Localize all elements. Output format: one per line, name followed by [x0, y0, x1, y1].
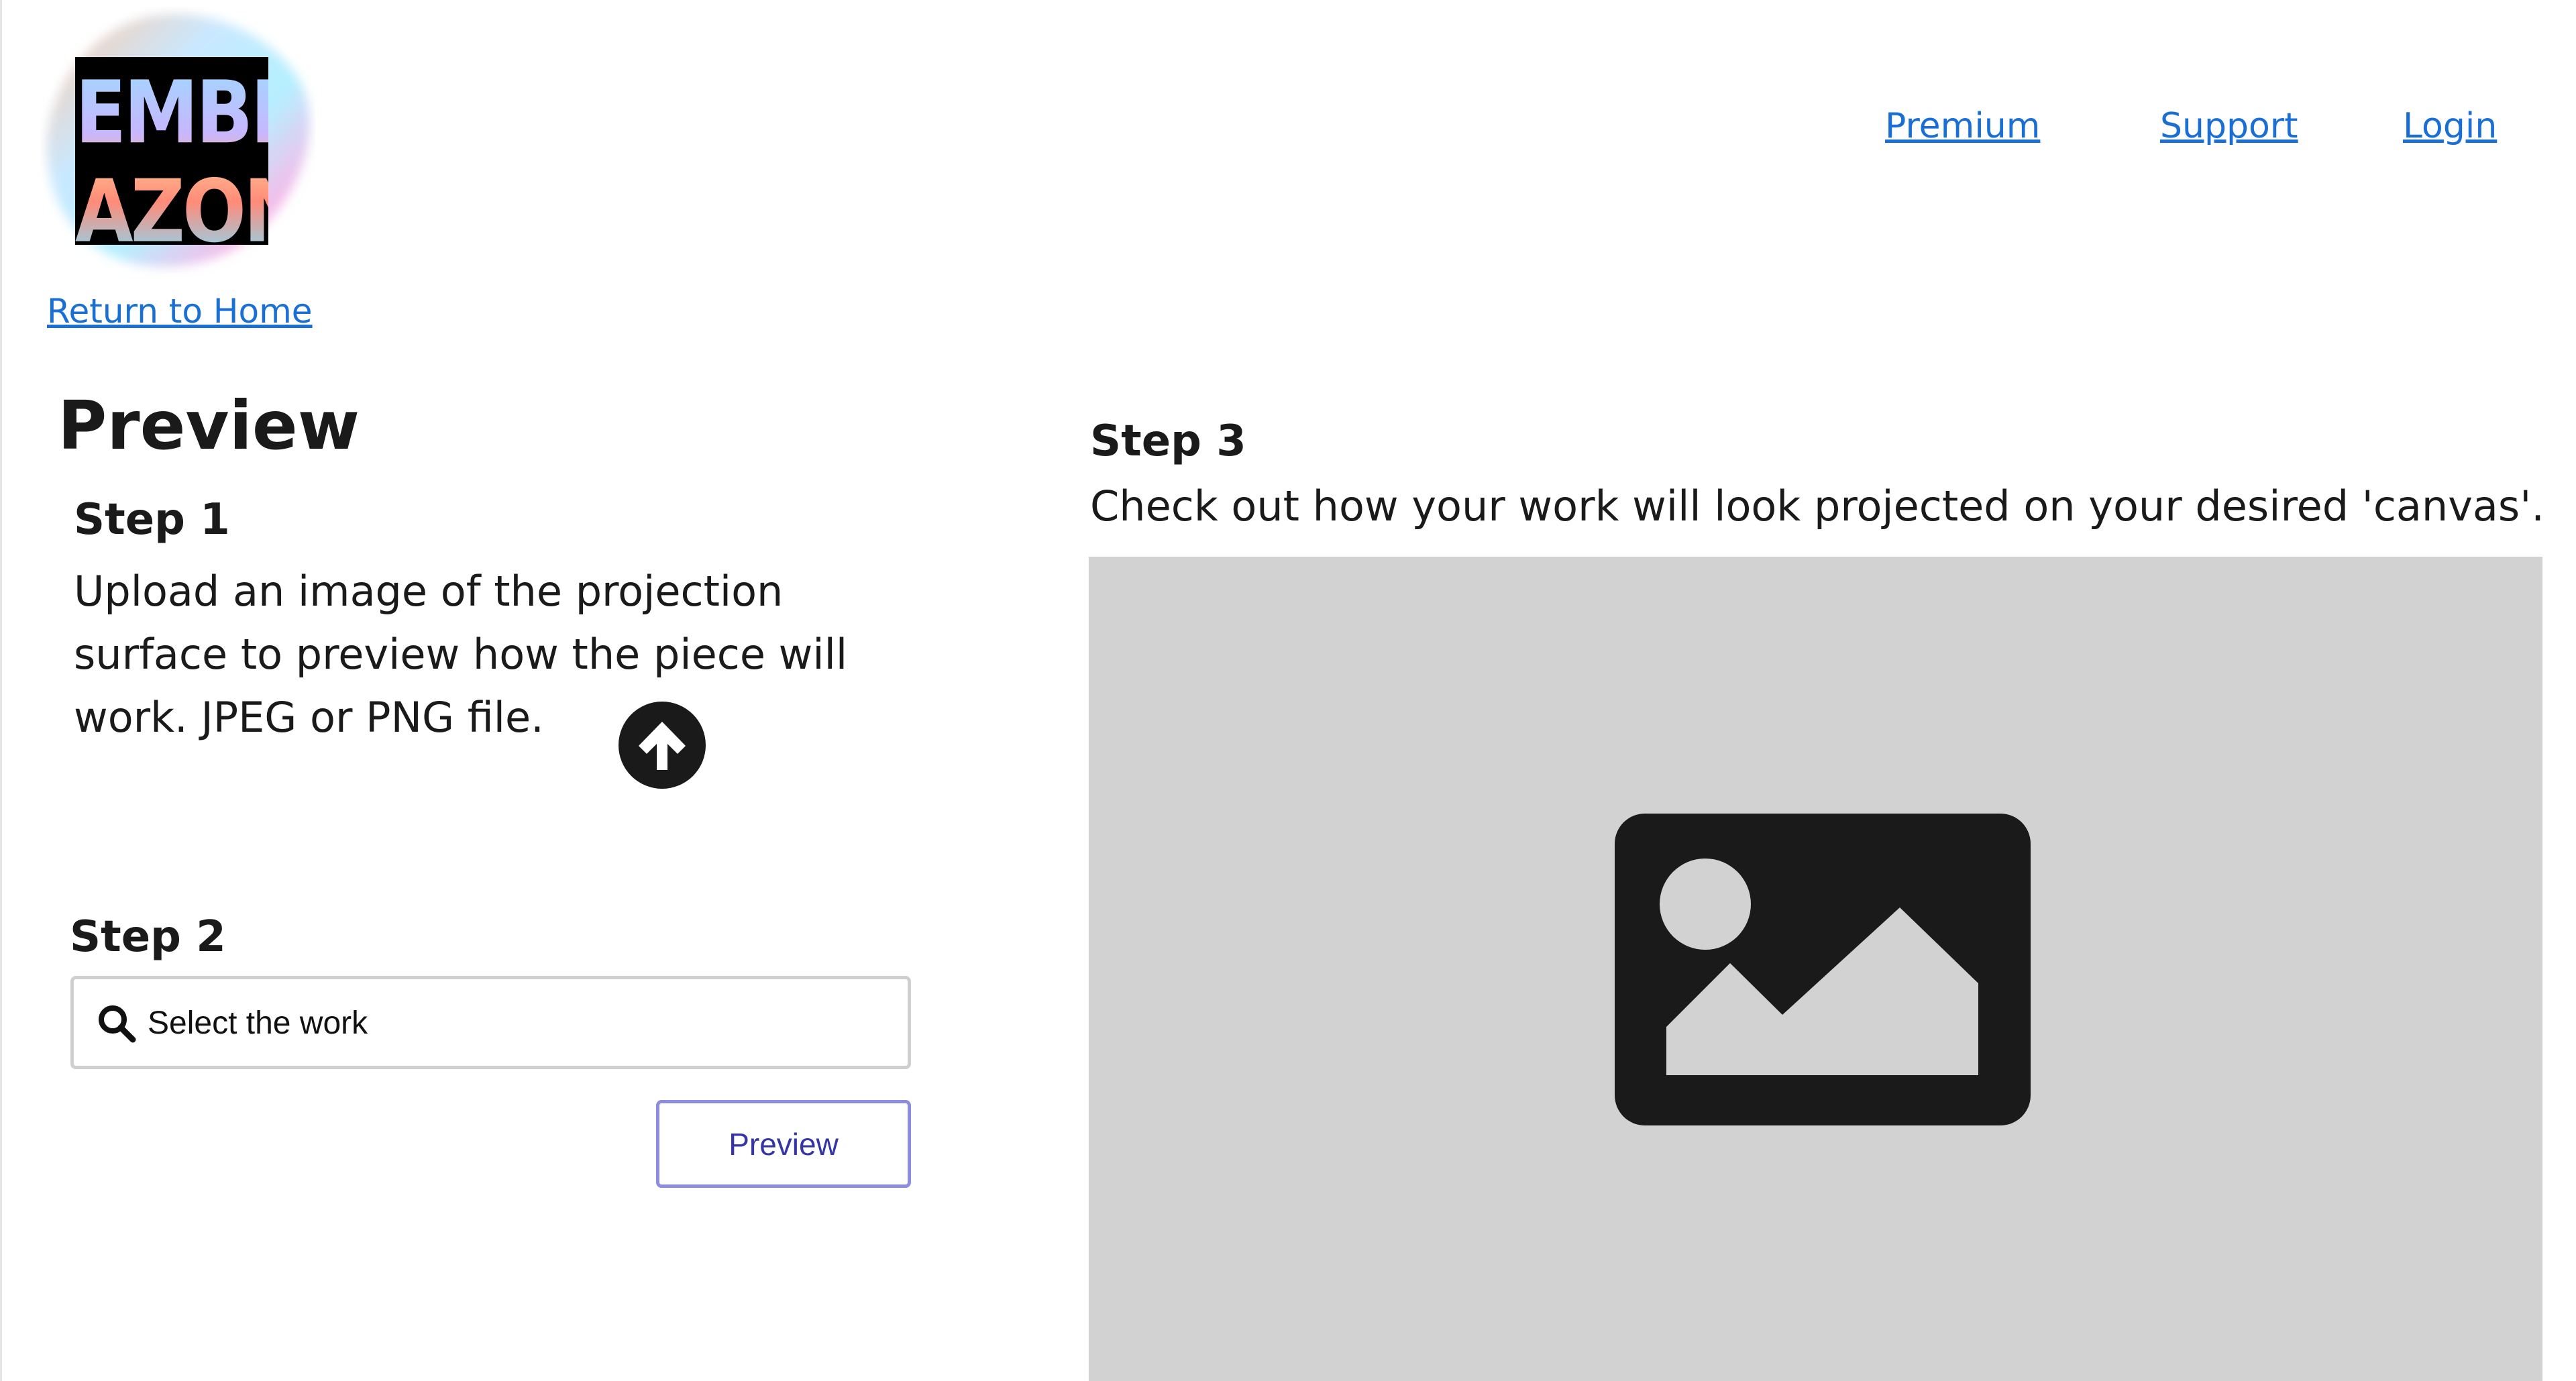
page-left-border: [0, 0, 2, 1381]
image-placeholder-icon: [1615, 814, 2031, 1125]
preview-canvas: [1089, 557, 2542, 1381]
nav-premium-link[interactable]: Premium: [1885, 106, 2040, 146]
embl-azon-logo[interactable]: EMBL AZON: [40, 7, 315, 278]
nav-support-link[interactable]: Support: [2160, 106, 2298, 146]
step1-heading: Step 1: [74, 495, 230, 545]
page-title: Preview: [58, 386, 360, 465]
step3-description: Check out how your work will look projec…: [1090, 482, 2544, 531]
step1-description: Upload an image of the projection surfac…: [74, 567, 848, 742]
logo-line-2: AZON: [75, 162, 304, 262]
nav-login-link[interactable]: Login: [2403, 106, 2497, 146]
work-search-input[interactable]: [148, 994, 885, 1052]
work-search-box[interactable]: [70, 976, 911, 1069]
search-icon: [99, 1005, 136, 1043]
upload-button[interactable]: [619, 702, 706, 789]
logo-wordmark: EMBL AZON: [75, 64, 268, 261]
logo-line-1: EMBL: [75, 62, 296, 164]
upload-arrow-icon: [639, 722, 686, 770]
preview-button[interactable]: Preview: [656, 1100, 911, 1188]
step3-heading: Step 3: [1090, 417, 1246, 466]
step2-heading: Step 2: [70, 912, 226, 962]
return-home-link[interactable]: Return to Home: [47, 291, 313, 331]
